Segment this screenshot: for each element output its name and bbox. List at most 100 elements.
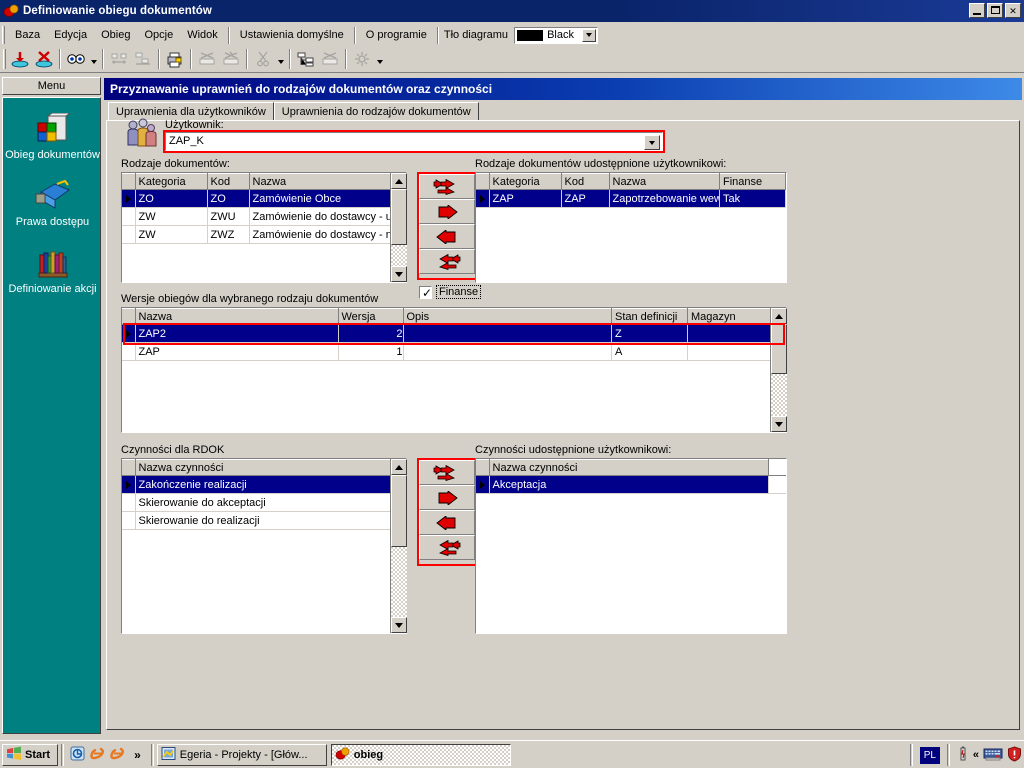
table-row[interactable]: ZAP ZAP Zapotrzebowanie wewnę Tak — [476, 189, 786, 208]
align-vertical-icon[interactable] — [131, 48, 155, 71]
menu-item-opcje[interactable]: Opcje — [137, 26, 180, 44]
table-row[interactable]: Skierowanie do akceptacji — [122, 493, 406, 512]
language-indicator[interactable]: PL — [919, 746, 940, 764]
doc-granted-grid[interactable]: Kategoria Kod Nazwa Finanse ZAP ZAP Zapo… — [475, 172, 787, 283]
task-button-egeria[interactable]: Egeria - Projekty - [Głów... — [156, 743, 327, 766]
actions-scrollbar[interactable] — [390, 459, 407, 633]
column-header-kategoria[interactable]: Kategoria — [489, 173, 562, 190]
column-header-stan-definicji[interactable]: Stan definicji — [611, 308, 688, 325]
move-all-right-button[interactable] — [419, 460, 475, 485]
maximize-button[interactable] — [987, 3, 1003, 18]
tab-uprawnienia-do-rodzajow-dokumentow[interactable]: Uprawnienia do rodzajów dokumentów — [273, 102, 479, 121]
move-all-left-button[interactable] — [419, 535, 475, 560]
zoom-out-icon[interactable] — [195, 48, 219, 71]
move-right-button[interactable] — [419, 485, 475, 510]
column-header-nazwa[interactable]: Nazwa — [135, 308, 339, 325]
view-glasses-icon[interactable] — [64, 48, 88, 71]
toolbar-grip[interactable] — [3, 49, 6, 69]
menubar-grip[interactable] — [2, 26, 5, 44]
internet-explorer-icon[interactable] — [90, 746, 105, 764]
move-all-left-button[interactable] — [419, 249, 475, 274]
column-header-kategoria[interactable]: Kategoria — [135, 173, 208, 190]
scroll-up-button[interactable] — [771, 308, 787, 324]
link-break-icon[interactable] — [318, 48, 342, 71]
expand-arrows-icon[interactable]: « — [973, 749, 979, 761]
delete-db-icon[interactable] — [32, 48, 56, 71]
scroll-down-button[interactable] — [771, 416, 787, 432]
move-all-right-button[interactable] — [419, 174, 475, 199]
keyboard-icon[interactable] — [983, 746, 1003, 765]
column-header-nazwa[interactable]: Nazwa — [609, 173, 720, 190]
scroll-up-button[interactable] — [391, 173, 407, 189]
layout-tree-icon[interactable] — [294, 48, 318, 71]
sidebar-item-prawa-dostepu[interactable]: Prawa dostępu — [3, 179, 102, 228]
view-dropdown-arrow-icon[interactable] — [88, 48, 99, 71]
move-left-button[interactable] — [419, 510, 475, 535]
sidebar-item-obieg-dokumentow[interactable]: Obieg dokumentów — [3, 112, 102, 161]
column-header-nazwa[interactable]: Nazwa — [249, 173, 406, 190]
close-button[interactable]: ✕ — [1005, 3, 1021, 18]
chevron-down-icon[interactable] — [582, 28, 597, 42]
scroll-track[interactable] — [771, 374, 787, 416]
menu-item-o-programie[interactable]: O programie — [359, 26, 434, 44]
chevron-down-icon[interactable] — [644, 135, 660, 150]
cut-icon[interactable] — [251, 48, 275, 71]
table-row[interactable]: ZAP 1 A — [122, 342, 786, 361]
sidebar-item-definiowanie-akcji[interactable]: Definiowanie akcji — [3, 246, 102, 295]
cut-dropdown-arrow-icon[interactable] — [275, 48, 286, 71]
menu-item-widok[interactable]: Widok — [180, 26, 225, 44]
column-header-wersja[interactable]: Wersja — [338, 308, 404, 325]
scroll-track[interactable] — [391, 547, 407, 617]
zoom-in-icon[interactable] — [219, 48, 243, 71]
scroll-thumb[interactable] — [771, 324, 787, 374]
table-row[interactable]: Akceptacja — [476, 475, 786, 494]
table-row[interactable]: ZO ZO Zamówienie Obce — [122, 189, 406, 208]
sun-properties-icon[interactable] — [350, 48, 374, 71]
menu-item-ustawienia-domyslne[interactable]: Ustawienia domyślne — [233, 26, 351, 44]
actions-granted-grid[interactable]: Nazwa czynności Akceptacja — [475, 458, 787, 634]
scroll-down-button[interactable] — [391, 617, 407, 633]
battery-icon[interactable] — [957, 746, 969, 765]
user-select[interactable]: ZAP_K — [165, 132, 663, 151]
scroll-track[interactable] — [391, 245, 407, 266]
task-button-obieg[interactable]: obieg — [330, 743, 511, 766]
save-db-icon[interactable] — [8, 48, 32, 71]
doc-types-scrollbar[interactable] — [390, 173, 407, 282]
table-row[interactable]: ZAP2 2 Z — [122, 324, 786, 343]
finanse-checkbox-row[interactable]: ✓ Finanse — [419, 285, 482, 299]
start-button[interactable]: Start — [2, 743, 59, 766]
print-icon[interactable] — [163, 48, 187, 71]
table-row[interactable]: Zakończenie realizacji — [122, 475, 406, 494]
sun-dropdown-arrow-icon[interactable] — [374, 48, 385, 71]
quick-launch-overflow-icon[interactable]: » — [130, 748, 145, 762]
scroll-up-button[interactable] — [391, 459, 407, 475]
move-right-button[interactable] — [419, 199, 475, 224]
finanse-checkbox[interactable]: ✓ — [419, 285, 432, 299]
menu-item-baza[interactable]: Baza — [8, 26, 47, 44]
security-shield-icon[interactable] — [1007, 745, 1022, 765]
table-row[interactable]: ZW ZWU Zamówienie do dostawcy - uzupełn — [122, 207, 406, 226]
column-header-nazwa-czynnosci[interactable]: Nazwa czynności — [489, 459, 769, 476]
scroll-down-button[interactable] — [391, 266, 407, 282]
column-header-nazwa-czynnosci[interactable]: Nazwa czynności — [135, 459, 406, 476]
column-header-opis[interactable]: Opis — [403, 308, 612, 325]
menu-item-edycja[interactable]: Edycja — [47, 26, 94, 44]
versions-scrollbar[interactable] — [770, 308, 787, 432]
background-color-combo[interactable]: Black — [513, 25, 600, 45]
move-left-button[interactable] — [419, 224, 475, 249]
scroll-thumb[interactable] — [391, 189, 407, 245]
column-header-kod[interactable]: Kod — [561, 173, 610, 190]
column-header-kod[interactable]: Kod — [207, 173, 250, 190]
align-horizontal-icon[interactable] — [107, 48, 131, 71]
actions-grid[interactable]: Nazwa czynności Zakończenie realizacji S… — [121, 458, 407, 634]
show-desktop-icon[interactable] — [70, 746, 85, 764]
column-header-finanse[interactable]: Finanse — [719, 173, 786, 190]
internet-explorer-2-icon[interactable] — [110, 746, 125, 764]
table-row[interactable]: ZW ZWZ Zamówienie do dostawcy - na pods — [122, 225, 406, 244]
doc-types-grid[interactable]: Kategoria Kod Nazwa ZO ZO Zamówienie Obc… — [121, 172, 407, 283]
versions-grid[interactable]: Nazwa Wersja Opis Stan definicji Magazyn… — [121, 307, 787, 433]
table-row[interactable]: Skierowanie do realizacji — [122, 511, 406, 530]
scroll-thumb[interactable] — [391, 475, 407, 547]
menu-item-obieg[interactable]: Obieg — [94, 26, 137, 44]
minimize-button[interactable] — [969, 3, 985, 18]
